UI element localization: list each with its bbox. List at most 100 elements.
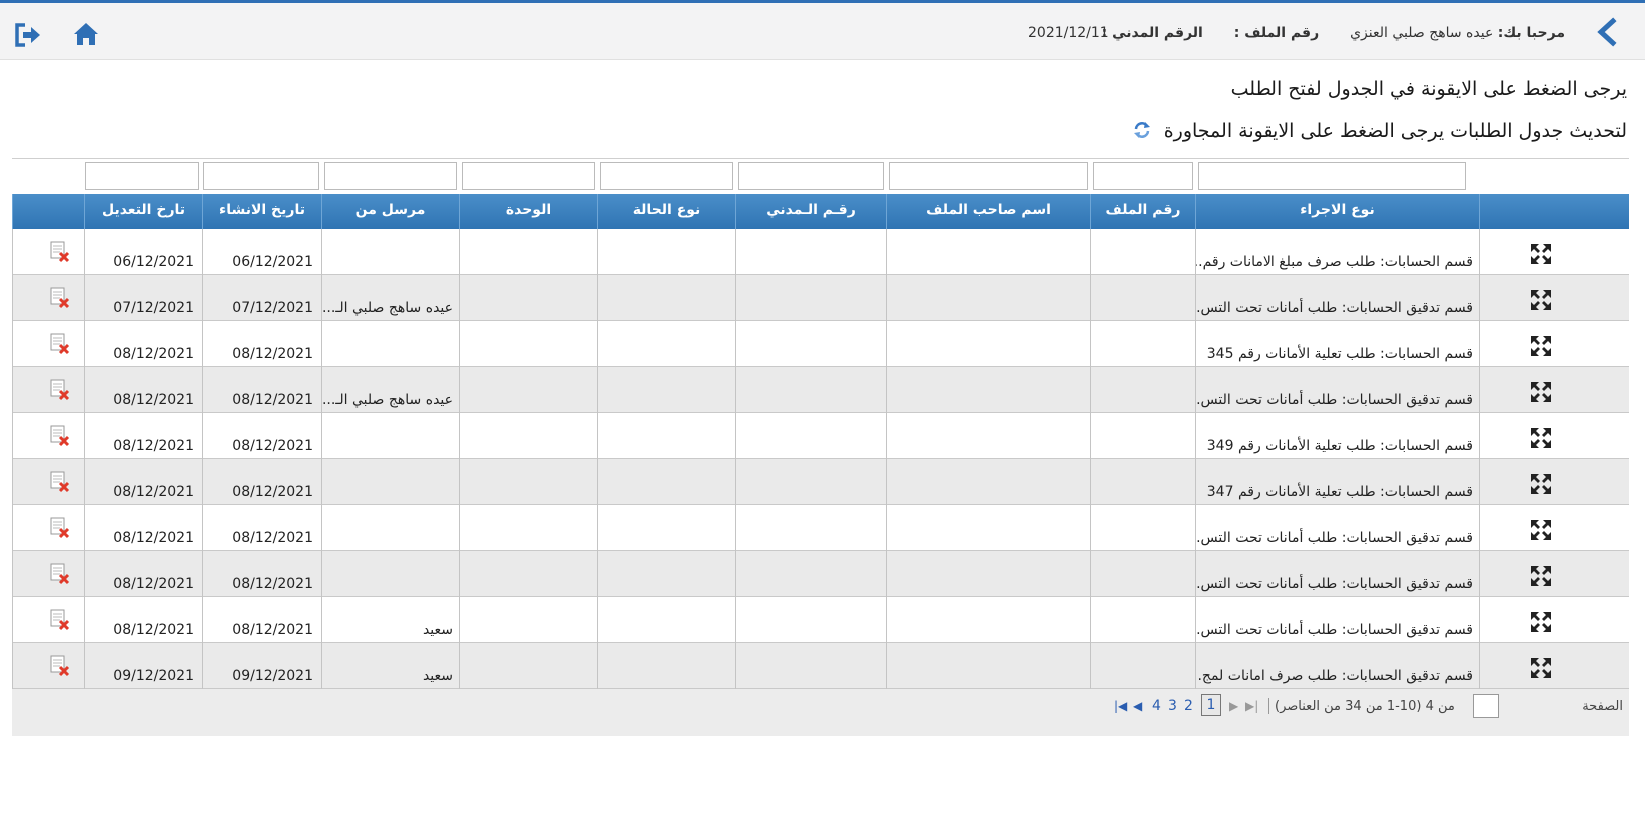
delete-document-icon[interactable] — [49, 425, 71, 447]
cell-status — [597, 551, 735, 597]
cell-action: قسم الحسابات: طلب صرف مبلغ الامانات رقم.… — [1195, 229, 1479, 275]
delete-document-icon[interactable] — [49, 563, 71, 585]
filter-created-date[interactable] — [203, 162, 319, 190]
delete-cell — [12, 551, 84, 597]
column-header-created-date[interactable]: تاريخ الانشاء — [202, 194, 321, 229]
cell-text-action: قسم الحسابات: طلب تعلية الأمانات رقم 347 — [1206, 484, 1473, 500]
cell-owner — [886, 367, 1090, 413]
filter-action-type[interactable] — [1198, 162, 1466, 190]
page-link-3[interactable]: 3 — [1168, 698, 1177, 714]
expand-arrows-icon[interactable] — [1529, 288, 1553, 312]
next-page-icon[interactable]: ▶ — [1229, 699, 1238, 713]
cell-sender: سعيد — [321, 643, 459, 689]
page-link-2[interactable]: 2 — [1184, 698, 1193, 714]
cell-created: 08/12/2021 — [202, 413, 321, 459]
civil-no-label: الرقم المدني : — [1101, 25, 1203, 41]
cell-unit — [459, 275, 597, 321]
open-cell — [1479, 505, 1629, 551]
cell-action: قسم تدقيق الحسابات: طلب أمانات تحت التس.… — [1195, 597, 1479, 643]
column-header-modified-date[interactable]: تارخ التعديل — [84, 194, 202, 229]
instruction-refresh-row: لتحديث جدول الطلبات يرجى الضغط على الايق… — [1132, 120, 1627, 142]
table-row[interactable]: قسم الحسابات: طلب صرف مبلغ الامانات رقم.… — [12, 229, 1629, 275]
delete-document-icon[interactable] — [49, 333, 71, 355]
filter-owner-name[interactable] — [889, 162, 1088, 190]
column-header-file-no[interactable]: رقم الملف — [1090, 194, 1195, 229]
cell-file-no — [1090, 229, 1195, 275]
table-row[interactable]: قسم تدقيق الحسابات: طلب أمانات تحت التس.… — [12, 367, 1629, 413]
column-header-status-type[interactable]: نوع الحالة — [597, 194, 735, 229]
cell-created: 06/12/2021 — [202, 229, 321, 275]
cell-file-no — [1090, 643, 1195, 689]
delete-cell — [12, 643, 84, 689]
column-header-action-type[interactable]: نوع الاجراء — [1195, 194, 1479, 229]
expand-arrows-icon[interactable] — [1529, 242, 1553, 266]
table-row[interactable]: قسم تدقيق الحسابات: طلب أمانات تحت التس.… — [12, 597, 1629, 643]
filter-unit[interactable] — [462, 162, 595, 190]
cell-text-created: 09/12/2021 — [232, 668, 313, 684]
home-icon[interactable] — [72, 21, 100, 47]
expand-arrows-icon[interactable] — [1529, 334, 1553, 358]
filter-file-no[interactable] — [1093, 162, 1193, 190]
column-header-unit[interactable]: الوحدة — [459, 194, 597, 229]
refresh-icon[interactable] — [1132, 120, 1152, 140]
column-header-owner-name[interactable]: اسم صاحب الملف — [886, 194, 1090, 229]
cell-civil — [735, 643, 886, 689]
cell-unit — [459, 505, 597, 551]
filter-status-type[interactable] — [600, 162, 733, 190]
expand-arrows-icon[interactable] — [1529, 656, 1553, 680]
table-row[interactable]: قسم الحسابات: طلب تعلية الأمانات رقم 347… — [12, 459, 1629, 505]
table-row[interactable]: قسم تدقيق الحسابات: طلب أمانات تحت التس.… — [12, 505, 1629, 551]
filter-civil-no[interactable] — [738, 162, 884, 190]
header-date: 2021/12/11 — [1028, 25, 1109, 41]
delete-document-icon[interactable] — [49, 241, 71, 263]
delete-cell — [12, 367, 84, 413]
expand-arrows-icon[interactable] — [1529, 518, 1553, 542]
delete-document-icon[interactable] — [49, 517, 71, 539]
cell-text-modified: 07/12/2021 — [113, 300, 194, 316]
filter-modified-date[interactable] — [85, 162, 199, 190]
expand-arrows-icon[interactable] — [1529, 610, 1553, 634]
page-current[interactable]: 1 — [1201, 694, 1221, 716]
prev-page-icon[interactable]: ◀ — [1133, 699, 1142, 713]
column-header-sender[interactable]: مرسل من — [321, 194, 459, 229]
open-cell — [1479, 459, 1629, 505]
expand-arrows-icon[interactable] — [1529, 564, 1553, 588]
pager-separator — [1268, 698, 1269, 714]
page-link-4[interactable]: 4 — [1152, 698, 1161, 714]
table-row[interactable]: قسم الحسابات: طلب تعلية الأمانات رقم 349… — [12, 413, 1629, 459]
cell-sender — [321, 459, 459, 505]
delete-document-icon[interactable] — [49, 287, 71, 309]
instruction-open-request: يرجى الضغط على الايقونة في الجدول لفتح ا… — [1230, 78, 1627, 100]
page-number-input[interactable] — [1473, 694, 1499, 718]
table-row[interactable]: قسم الحسابات: طلب تعلية الأمانات رقم 345… — [12, 321, 1629, 367]
cell-action: قسم تدقيق الحسابات: طلب أمانات تحت التس.… — [1195, 367, 1479, 413]
expand-arrows-icon[interactable] — [1529, 380, 1553, 404]
delete-document-icon[interactable] — [49, 379, 71, 401]
cell-unit — [459, 321, 597, 367]
cell-text-modified: 06/12/2021 — [113, 254, 194, 270]
delete-document-icon[interactable] — [49, 609, 71, 631]
cell-text-sender: عيده ساهج صلبي الـ... — [321, 300, 453, 316]
cell-created: 08/12/2021 — [202, 459, 321, 505]
open-cell — [1479, 275, 1629, 321]
table-row[interactable]: قسم تدقيق الحسابات: طلب صرف امانات لمج..… — [12, 643, 1629, 689]
table-row[interactable]: قسم تدقيق الحسابات: طلب أمانات تحت التس.… — [12, 275, 1629, 321]
delete-document-icon[interactable] — [49, 471, 71, 493]
cell-text-created: 08/12/2021 — [232, 530, 313, 546]
cell-text-action: قسم الحسابات: طلب تعلية الأمانات رقم 345 — [1206, 346, 1473, 362]
delete-document-icon[interactable] — [49, 655, 71, 677]
last-page-icon[interactable]: ▶| — [1245, 699, 1258, 713]
first-page-icon[interactable]: |◀ — [1114, 699, 1127, 713]
cell-sender — [321, 413, 459, 459]
table-row[interactable]: قسم تدقيق الحسابات: طلب أمانات تحت التس.… — [12, 551, 1629, 597]
filter-sender[interactable] — [324, 162, 457, 190]
column-header-civil-no[interactable]: رقـم الـمدني — [735, 194, 886, 229]
expand-arrows-icon[interactable] — [1529, 426, 1553, 450]
welcome-label: مرحبا بك: — [1497, 25, 1565, 41]
logout-icon[interactable] — [14, 22, 42, 48]
expand-arrows-icon[interactable] — [1529, 472, 1553, 496]
chevron-left-icon[interactable] — [1593, 17, 1621, 47]
cell-civil — [735, 275, 886, 321]
cell-action: قسم تدقيق الحسابات: طلب أمانات تحت التس.… — [1195, 551, 1479, 597]
cell-status — [597, 597, 735, 643]
